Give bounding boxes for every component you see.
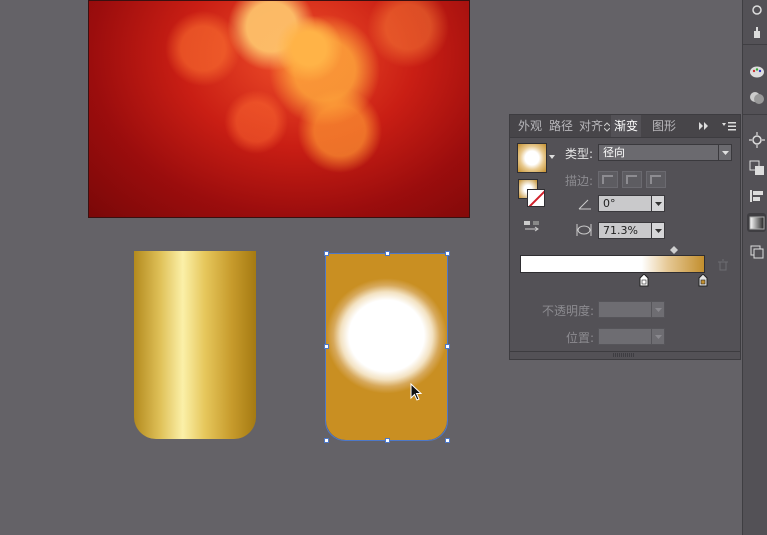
angle-dropdown-button[interactable] (651, 195, 665, 212)
selection-handle-top[interactable] (385, 251, 390, 256)
layers-icon[interactable] (747, 242, 766, 261)
swatch-dropdown-icon[interactable] (549, 155, 555, 159)
type-dropdown-button[interactable] (718, 144, 732, 161)
stroke-indicator[interactable] (527, 189, 545, 207)
chevron-down-icon (654, 307, 662, 312)
panel-menu-icon[interactable] (722, 121, 736, 131)
aspect-ratio-input[interactable]: 71.3% (598, 222, 652, 239)
panel-tab-bar: 外观 路径 对齐 渐变 图形 (510, 115, 740, 138)
type-label: 类型: (565, 147, 594, 161)
transform-icon[interactable] (747, 158, 766, 177)
angle-icon (578, 199, 591, 210)
aspect-ratio-icon (576, 224, 592, 236)
location-input[interactable] (598, 328, 652, 345)
gradient-panel-icon[interactable] (747, 213, 766, 232)
opacity-label: 不透明度: (542, 304, 595, 318)
stroke-label: 描边: (565, 174, 594, 188)
chevron-down-icon (654, 228, 662, 233)
type-select[interactable]: 径向 (598, 144, 720, 161)
arrow-cursor-icon (410, 383, 423, 401)
tab-path[interactable]: 路径 (549, 115, 573, 137)
gradient-stop-gold[interactable] (698, 274, 708, 287)
align-icon[interactable] (747, 186, 766, 205)
chevron-down-icon (654, 334, 662, 339)
selection-handle-bottom-right[interactable] (445, 438, 450, 443)
tool-strip (742, 0, 767, 535)
stroke-along-button[interactable] (622, 171, 642, 188)
selection-handle-top-left[interactable] (324, 251, 329, 256)
tab-gradient[interactable]: 渐变 (611, 115, 642, 137)
gradient-panel: 外观 路径 对齐 渐变 图形 类型: 径向 描边: 0° 71.3% 不透明度:… (509, 114, 741, 360)
selection-handle-bottom-left[interactable] (324, 438, 329, 443)
color-guide-icon[interactable] (747, 88, 766, 107)
selection-handle-right[interactable] (445, 344, 450, 349)
reverse-gradient-icon[interactable] (523, 219, 541, 235)
tab-graphic[interactable]: 图形 (652, 115, 676, 137)
opacity-input[interactable] (598, 301, 652, 318)
gradient-swatch[interactable] (517, 143, 547, 173)
location-label: 位置: (566, 331, 595, 345)
stroke-within-button[interactable] (598, 171, 618, 188)
tab-switch-icon[interactable] (604, 122, 610, 132)
gradient-midpoint-marker[interactable] (670, 246, 678, 254)
expand-icon[interactable] (699, 122, 709, 130)
gradient-stop-white[interactable] (639, 274, 649, 287)
hand-icon[interactable] (747, 22, 766, 41)
location-dropdown-button[interactable] (651, 328, 665, 345)
selection-outline (325, 253, 448, 441)
selection-handle-bottom[interactable] (385, 438, 390, 443)
tab-align[interactable]: 对齐 (579, 115, 603, 137)
panel-resize-bar[interactable] (510, 351, 740, 360)
selected-radial-gradient-shape[interactable] (325, 253, 448, 441)
aspect-dropdown-button[interactable] (651, 222, 665, 239)
symbol-sprayer-icon[interactable] (747, 0, 766, 19)
angle-input[interactable]: 0° (598, 195, 652, 212)
gradient-slider[interactable] (520, 255, 705, 273)
gold-gradient-shape[interactable] (134, 251, 256, 439)
chevron-down-icon (721, 150, 729, 155)
opacity-dropdown-button[interactable] (651, 301, 665, 318)
tab-appearance[interactable]: 外观 (518, 115, 542, 137)
stroke-across-button[interactable] (646, 171, 666, 188)
chevron-down-icon (654, 201, 662, 206)
selection-handle-left[interactable] (324, 344, 329, 349)
bokeh-artwork[interactable] (88, 0, 470, 218)
palette-icon[interactable] (747, 62, 766, 81)
sun-icon[interactable] (747, 130, 766, 149)
selection-handle-top-right[interactable] (445, 251, 450, 256)
grip-icon (613, 353, 635, 357)
trash-icon[interactable] (717, 259, 729, 271)
